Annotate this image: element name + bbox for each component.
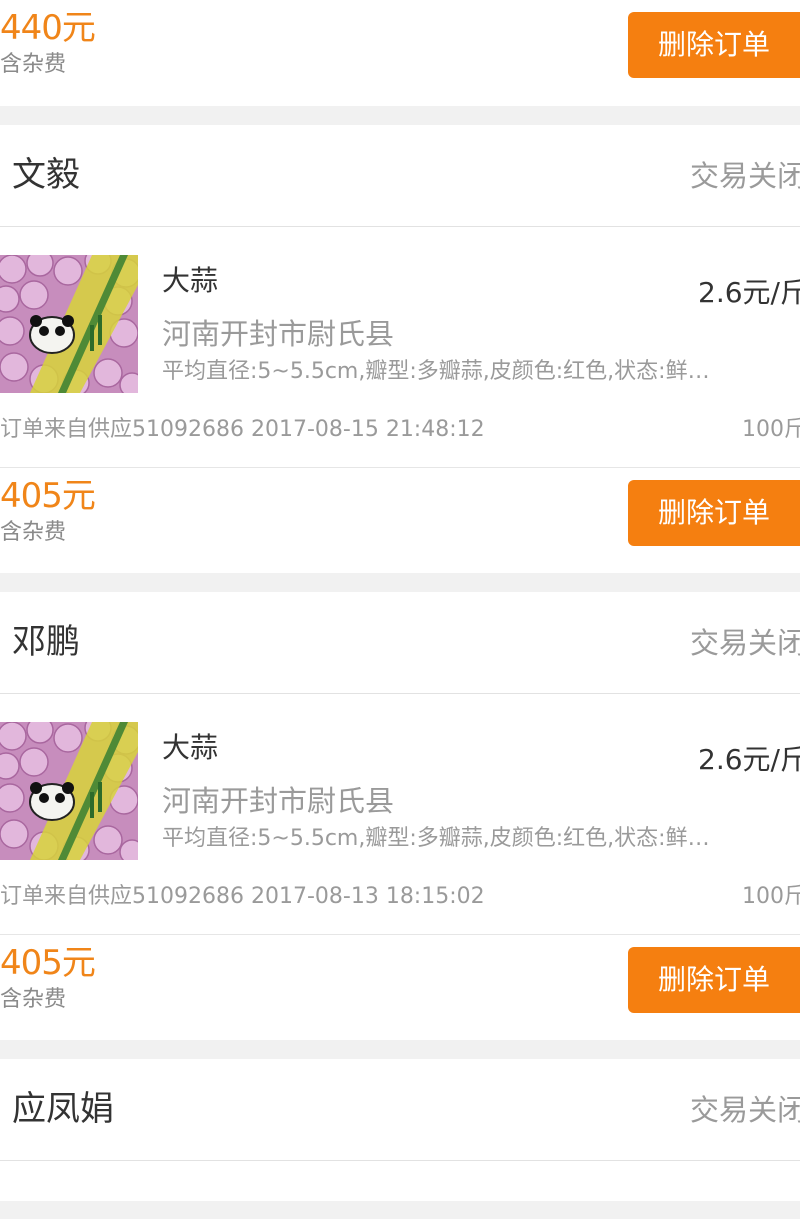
delete-order-button[interactable]: 删除订单 xyxy=(628,12,800,78)
order-total-price: 440元 xyxy=(0,8,96,48)
order-product-row[interactable]: 大蒜 2.6元/斤 河南开封市尉氏县 平均直径:5~5.5cm,瓣型:多瓣蒜,皮… xyxy=(0,694,800,934)
delete-order-button[interactable]: 删除订单 xyxy=(628,947,800,1013)
product-name: 大蒜 xyxy=(162,264,219,297)
order-source-timestamp: 订单来自供应51092686 2017-08-15 21:48:12 xyxy=(0,417,485,442)
order-total-price: 405元 xyxy=(0,943,96,983)
order-separator xyxy=(0,106,800,125)
product-unit-price: 2.6元/斤 xyxy=(698,276,800,309)
order-header[interactable]: 文毅 交易关闭 xyxy=(0,125,800,227)
order-separator xyxy=(0,573,800,592)
order-footer: 440元 含杂费 删除订单 xyxy=(0,0,800,106)
order-header[interactable]: 邓鹏 交易关闭 xyxy=(0,592,800,694)
delete-order-button[interactable]: 删除订单 xyxy=(628,480,800,546)
product-specs: 平均直径:5~5.5cm,瓣型:多瓣蒜,皮颜色:红色,状态:鲜… xyxy=(162,826,710,851)
garlic-product-image xyxy=(0,722,138,860)
fee-note: 含杂费 xyxy=(0,520,67,545)
order-quantity: 100斤 xyxy=(742,417,800,442)
order-list: 440元 含杂费 删除订单 文毅 交易关闭 大蒜 2.6元/斤 河南开封市尉氏县… xyxy=(0,0,800,1219)
buyer-name: 应凤娟 xyxy=(12,1089,114,1129)
product-name: 大蒜 xyxy=(162,731,219,764)
garlic-image-icon xyxy=(0,255,138,393)
buyer-name: 文毅 xyxy=(12,155,80,195)
order-footer: 405元 含杂费 删除订单 xyxy=(0,467,800,573)
order-status: 交易关闭 xyxy=(689,159,800,193)
order-status: 交易关闭 xyxy=(689,1093,800,1127)
order-product-row xyxy=(0,1161,800,1201)
garlic-image-icon xyxy=(0,722,138,860)
order-quantity: 100斤 xyxy=(742,884,800,909)
order-status: 交易关闭 xyxy=(689,626,800,660)
order-total-price: 405元 xyxy=(0,476,96,516)
order-source-timestamp: 订单来自供应51092686 2017-08-13 18:15:02 xyxy=(0,884,485,909)
product-origin: 河南开封市尉氏县 xyxy=(162,317,395,351)
order-footer: 405元 含杂费 删除订单 xyxy=(0,934,800,1040)
buyer-name: 邓鹏 xyxy=(12,622,80,662)
product-unit-price: 2.6元/斤 xyxy=(698,743,800,776)
fee-note: 含杂费 xyxy=(0,52,67,77)
fee-note: 含杂费 xyxy=(0,987,67,1012)
order-separator xyxy=(0,1040,800,1059)
product-origin: 河南开封市尉氏县 xyxy=(162,784,395,818)
product-specs: 平均直径:5~5.5cm,瓣型:多瓣蒜,皮颜色:红色,状态:鲜… xyxy=(162,359,710,384)
garlic-product-image xyxy=(0,255,138,393)
order-product-row[interactable]: 大蒜 2.6元/斤 河南开封市尉氏县 平均直径:5~5.5cm,瓣型:多瓣蒜,皮… xyxy=(0,227,800,467)
order-header[interactable]: 应凤娟 交易关闭 xyxy=(0,1059,800,1161)
